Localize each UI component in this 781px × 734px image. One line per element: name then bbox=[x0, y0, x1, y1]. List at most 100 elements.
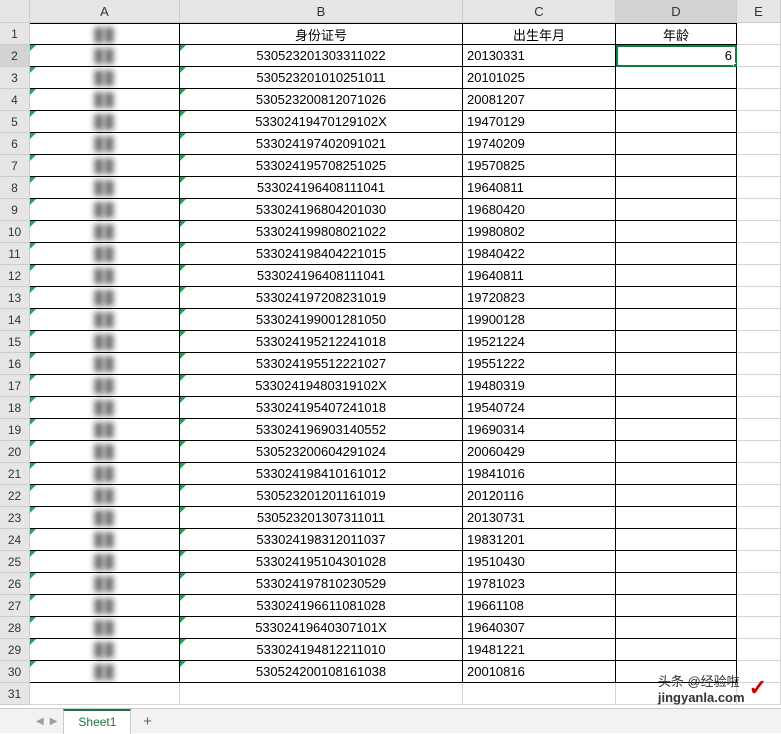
cell-B31[interactable] bbox=[180, 683, 463, 705]
cell-C27[interactable]: 19661108 bbox=[463, 595, 616, 617]
cell-D3[interactable] bbox=[616, 67, 737, 89]
row-header-22[interactable]: 22 bbox=[0, 485, 30, 507]
row-header-14[interactable]: 14 bbox=[0, 309, 30, 331]
cell-A17[interactable]: ██ bbox=[30, 375, 180, 397]
cell-D14[interactable] bbox=[616, 309, 737, 331]
column-header-E[interactable]: E bbox=[737, 0, 781, 23]
cell-C8[interactable]: 19640811 bbox=[463, 177, 616, 199]
cell-A18[interactable]: ██ bbox=[30, 397, 180, 419]
cell-A13[interactable]: ██ bbox=[30, 287, 180, 309]
column-header-B[interactable]: B bbox=[180, 0, 463, 23]
tab-prev-icon[interactable]: ◀ bbox=[36, 716, 44, 727]
cell-E12[interactable] bbox=[737, 265, 781, 287]
row-header-25[interactable]: 25 bbox=[0, 551, 30, 573]
cell-B25[interactable]: 533024195104301028 bbox=[180, 551, 463, 573]
cell-E21[interactable] bbox=[737, 463, 781, 485]
cell-B2[interactable]: 530523201303311022 bbox=[180, 45, 463, 67]
cell-A31[interactable] bbox=[30, 683, 180, 705]
cell-C25[interactable]: 19510430 bbox=[463, 551, 616, 573]
row-header-21[interactable]: 21 bbox=[0, 463, 30, 485]
cell-B23[interactable]: 530523201307311011 bbox=[180, 507, 463, 529]
cell-C12[interactable]: 19640811 bbox=[463, 265, 616, 287]
tab-nav-arrows[interactable]: ◀ ▶ bbox=[30, 716, 63, 727]
cell-D1[interactable]: 年龄 bbox=[616, 23, 737, 45]
cell-A28[interactable]: ██ bbox=[30, 617, 180, 639]
cell-C18[interactable]: 19540724 bbox=[463, 397, 616, 419]
cell-E22[interactable] bbox=[737, 485, 781, 507]
cell-C10[interactable]: 19980802 bbox=[463, 221, 616, 243]
cell-C23[interactable]: 20130731 bbox=[463, 507, 616, 529]
cell-D11[interactable] bbox=[616, 243, 737, 265]
cell-E27[interactable] bbox=[737, 595, 781, 617]
cell-D16[interactable] bbox=[616, 353, 737, 375]
cell-A30[interactable]: ██ bbox=[30, 661, 180, 683]
cell-B11[interactable]: 533024198404221015 bbox=[180, 243, 463, 265]
cell-C24[interactable]: 19831201 bbox=[463, 529, 616, 551]
cell-B16[interactable]: 533024195512221027 bbox=[180, 353, 463, 375]
cell-A26[interactable]: ██ bbox=[30, 573, 180, 595]
cell-C13[interactable]: 19720823 bbox=[463, 287, 616, 309]
cell-A12[interactable]: ██ bbox=[30, 265, 180, 287]
cell-A11[interactable]: ██ bbox=[30, 243, 180, 265]
cell-C5[interactable]: 19470129 bbox=[463, 111, 616, 133]
cell-C22[interactable]: 20120116 bbox=[463, 485, 616, 507]
cell-C30[interactable]: 20010816 bbox=[463, 661, 616, 683]
cell-C28[interactable]: 19640307 bbox=[463, 617, 616, 639]
cell-D23[interactable] bbox=[616, 507, 737, 529]
cell-A10[interactable]: ██ bbox=[30, 221, 180, 243]
cell-B19[interactable]: 533024196903140552 bbox=[180, 419, 463, 441]
row-header-4[interactable]: 4 bbox=[0, 89, 30, 111]
cell-B13[interactable]: 533024197208231019 bbox=[180, 287, 463, 309]
cell-C3[interactable]: 20101025 bbox=[463, 67, 616, 89]
cell-A25[interactable]: ██ bbox=[30, 551, 180, 573]
cell-C17[interactable]: 19480319 bbox=[463, 375, 616, 397]
cell-D17[interactable] bbox=[616, 375, 737, 397]
cell-C9[interactable]: 19680420 bbox=[463, 199, 616, 221]
cell-D13[interactable] bbox=[616, 287, 737, 309]
cell-A15[interactable]: ██ bbox=[30, 331, 180, 353]
cell-B3[interactable]: 530523201010251011 bbox=[180, 67, 463, 89]
cell-B29[interactable]: 533024194812211010 bbox=[180, 639, 463, 661]
cell-D9[interactable] bbox=[616, 199, 737, 221]
cell-C7[interactable]: 19570825 bbox=[463, 155, 616, 177]
cell-B10[interactable]: 533024199808021022 bbox=[180, 221, 463, 243]
cell-C26[interactable]: 19781023 bbox=[463, 573, 616, 595]
cell-D2[interactable]: 6 bbox=[616, 45, 737, 67]
cell-D26[interactable] bbox=[616, 573, 737, 595]
row-header-26[interactable]: 26 bbox=[0, 573, 30, 595]
row-header-8[interactable]: 8 bbox=[0, 177, 30, 199]
cell-E2[interactable] bbox=[737, 45, 781, 67]
cell-E20[interactable] bbox=[737, 441, 781, 463]
cell-C19[interactable]: 19690314 bbox=[463, 419, 616, 441]
cell-A19[interactable]: ██ bbox=[30, 419, 180, 441]
column-header-D[interactable]: D bbox=[616, 0, 737, 23]
cell-C14[interactable]: 19900128 bbox=[463, 309, 616, 331]
cell-D27[interactable] bbox=[616, 595, 737, 617]
cell-A3[interactable]: ██ bbox=[30, 67, 180, 89]
cell-B24[interactable]: 533024198312011037 bbox=[180, 529, 463, 551]
cell-B18[interactable]: 533024195407241018 bbox=[180, 397, 463, 419]
cell-A23[interactable]: ██ bbox=[30, 507, 180, 529]
cell-B28[interactable]: 53302419640307101X bbox=[180, 617, 463, 639]
row-header-13[interactable]: 13 bbox=[0, 287, 30, 309]
cell-B26[interactable]: 533024197810230529 bbox=[180, 573, 463, 595]
cell-A6[interactable]: ██ bbox=[30, 133, 180, 155]
cell-B9[interactable]: 533024196804201030 bbox=[180, 199, 463, 221]
cell-E1[interactable] bbox=[737, 23, 781, 45]
cell-E15[interactable] bbox=[737, 331, 781, 353]
sheet-tab-sheet1[interactable]: Sheet1 bbox=[63, 709, 131, 734]
row-header-28[interactable]: 28 bbox=[0, 617, 30, 639]
cell-A8[interactable]: ██ bbox=[30, 177, 180, 199]
row-header-29[interactable]: 29 bbox=[0, 639, 30, 661]
cell-D24[interactable] bbox=[616, 529, 737, 551]
cell-B4[interactable]: 530523200812071026 bbox=[180, 89, 463, 111]
row-header-3[interactable]: 3 bbox=[0, 67, 30, 89]
add-sheet-button[interactable]: + bbox=[135, 709, 159, 733]
cell-B6[interactable]: 533024197402091021 bbox=[180, 133, 463, 155]
cell-A29[interactable]: ██ bbox=[30, 639, 180, 661]
cell-B27[interactable]: 533024196611081028 bbox=[180, 595, 463, 617]
cell-C16[interactable]: 19551222 bbox=[463, 353, 616, 375]
cell-A2[interactable]: ██ bbox=[30, 45, 180, 67]
cell-A16[interactable]: ██ bbox=[30, 353, 180, 375]
cell-A22[interactable]: ██ bbox=[30, 485, 180, 507]
